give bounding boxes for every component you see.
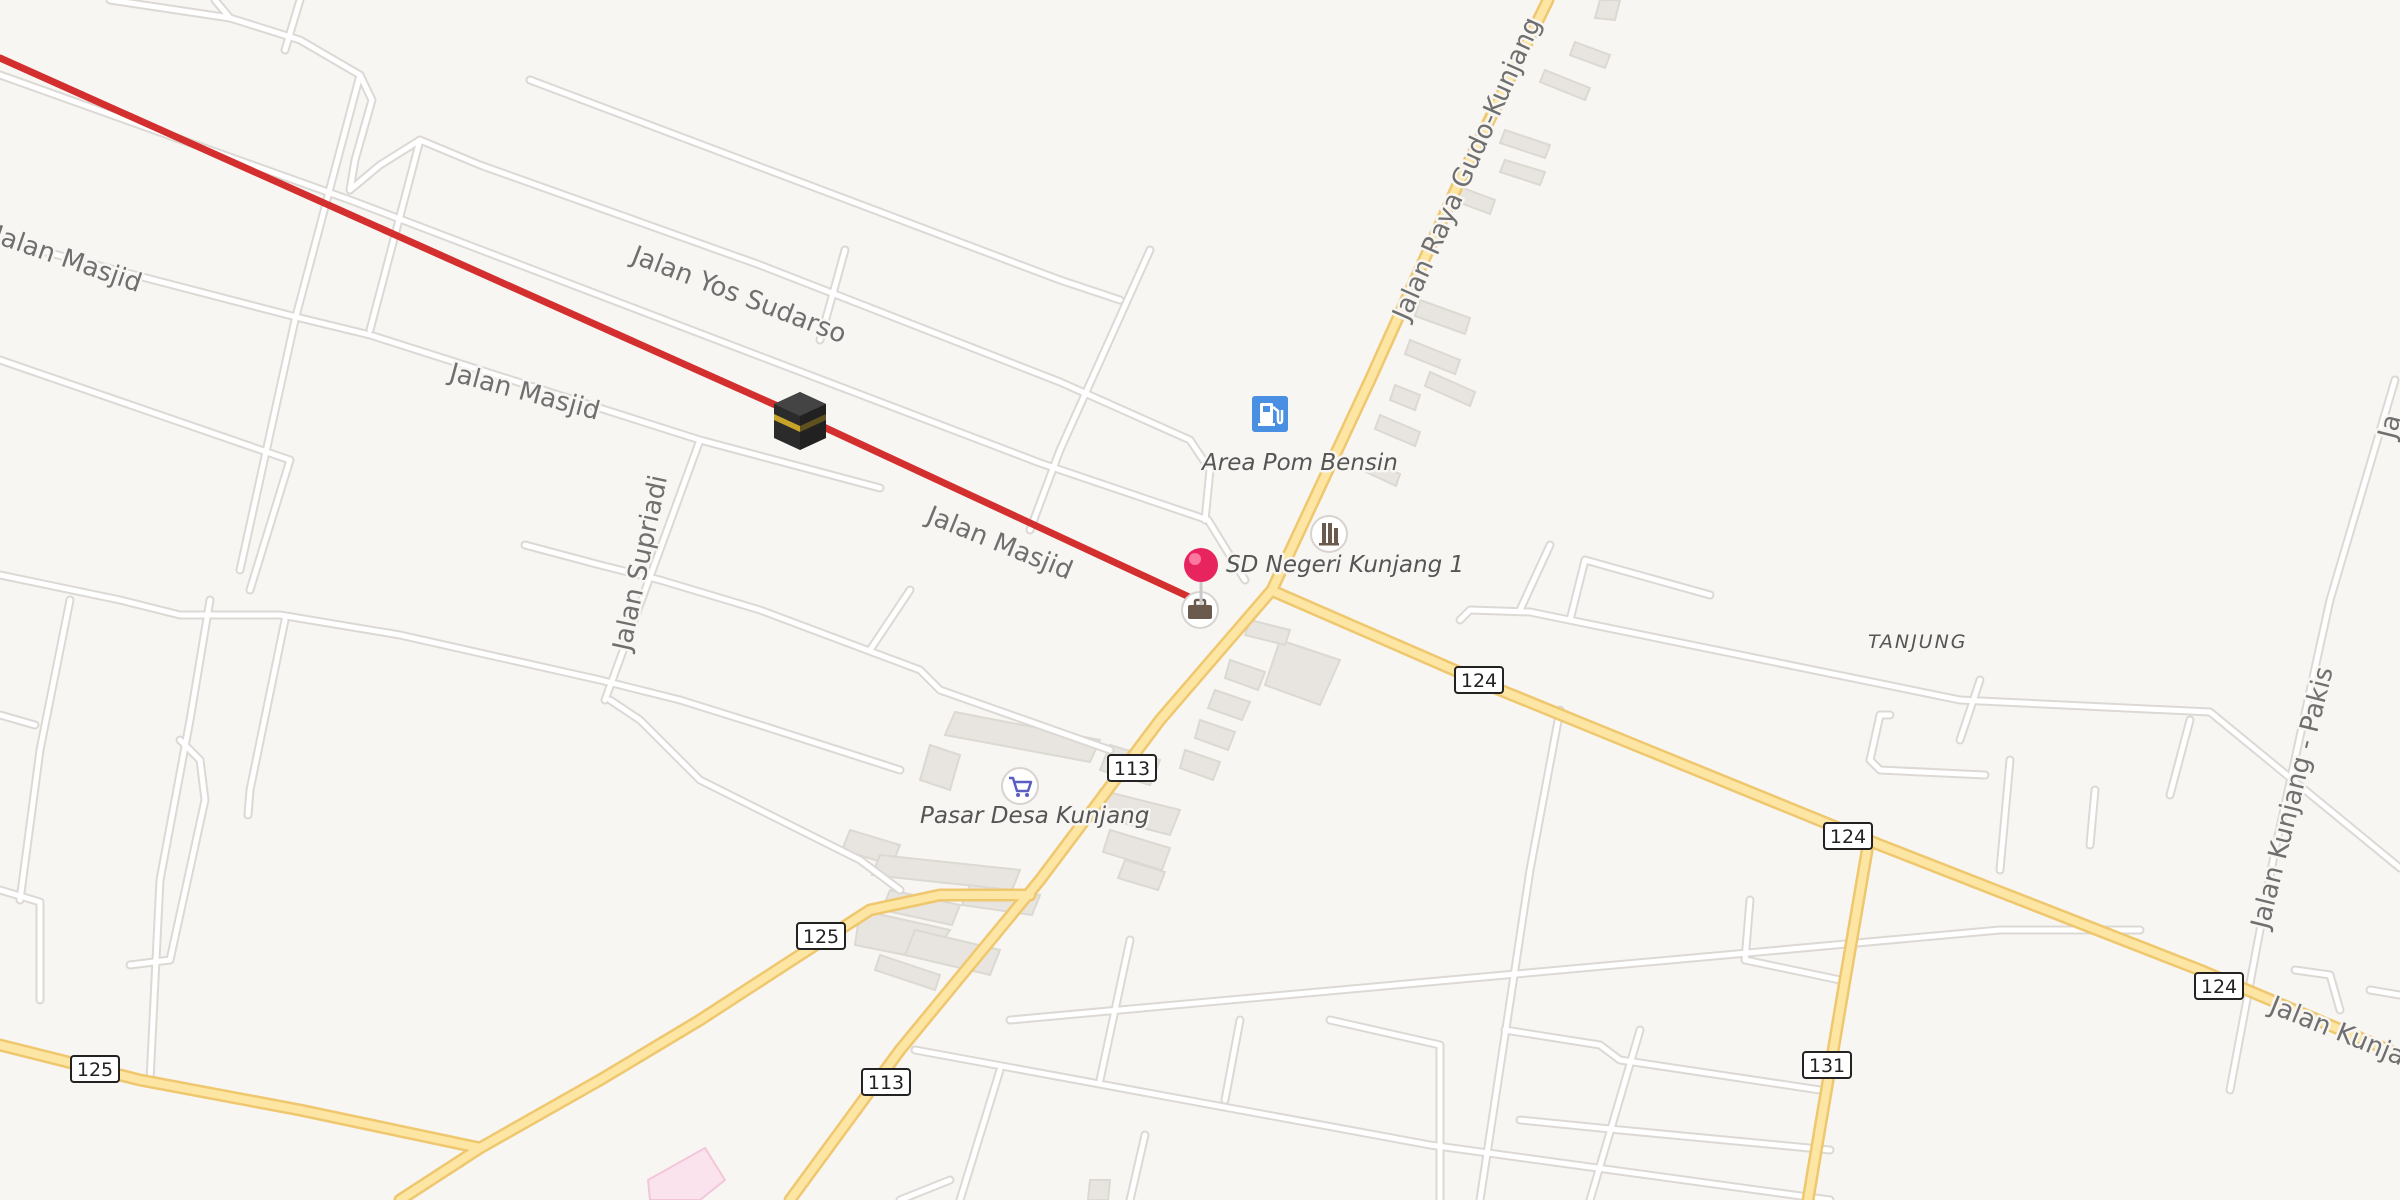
poi-label-school: SD Negeri Kunjang 1: [1226, 552, 1464, 578]
route-shield-124: 124: [1823, 822, 1873, 850]
kaaba-icon[interactable]: [774, 392, 826, 450]
route-shield-124: 124: [1454, 666, 1504, 694]
route-shield-131: 131: [1802, 1051, 1852, 1079]
road-label-jalan-kunjang-east: Jalan Kunjan: [2264, 990, 2400, 1078]
poi-label-market: Pasar Desa Kunjang: [920, 803, 1149, 829]
route-shield-125: 125: [796, 922, 846, 950]
route-shield-113: 113: [1107, 754, 1157, 782]
poi-school[interactable]: SD Negeri Kunjang 1: [1224, 515, 1467, 581]
map-view[interactable]: Jalan Masjid Jalan Masjid Jalan Masjid J…: [0, 0, 2400, 1200]
svg-text:124: 124: [2201, 976, 2237, 998]
road-label-jalan-masjid-center: Jalan Masjid: [444, 357, 603, 426]
route-shield-113: 113: [861, 1068, 911, 1096]
route-line[interactable]: [0, 54, 1204, 606]
map-canvas[interactable]: Jalan Masjid Jalan Masjid Jalan Masjid J…: [0, 0, 2400, 1200]
road-label-jalan-masjid-west: Jalan Masjid: [0, 220, 145, 299]
svg-text:124: 124: [1830, 826, 1866, 848]
school-icon: [1310, 515, 1348, 553]
svg-text:125: 125: [77, 1059, 113, 1081]
svg-text:125: 125: [803, 926, 839, 948]
place-label-tanjung: TANJUNG: [1868, 631, 1968, 653]
route-shield-124: 124: [2194, 972, 2244, 1000]
route-shield-125: 125: [70, 1055, 120, 1083]
fuel-pump-icon: [1252, 396, 1288, 432]
poi-fuel-station[interactable]: Area Pom Bensin: [1198, 396, 1400, 479]
svg-text:131: 131: [1809, 1055, 1845, 1077]
landuse-patch: [646, 1146, 727, 1200]
svg-text:113: 113: [1114, 758, 1150, 780]
road-labels: Jalan Masjid Jalan Masjid Jalan Masjid J…: [0, 10, 2400, 1081]
svg-text:113: 113: [868, 1072, 904, 1094]
shopping-cart-icon: [1001, 767, 1039, 805]
road-label-jalan-masjid-east: Jalan Masjid: [921, 500, 1077, 586]
road-label-jalan-supriadi: Jalan Supriadi: [607, 473, 674, 656]
road-label-jalan-kunjang-pakis: Jalan Kunjang - Pakis: [2245, 664, 2340, 934]
poi-label-fuel-station: Area Pom Bensin: [1200, 450, 1398, 476]
svg-text:124: 124: [1461, 670, 1497, 692]
